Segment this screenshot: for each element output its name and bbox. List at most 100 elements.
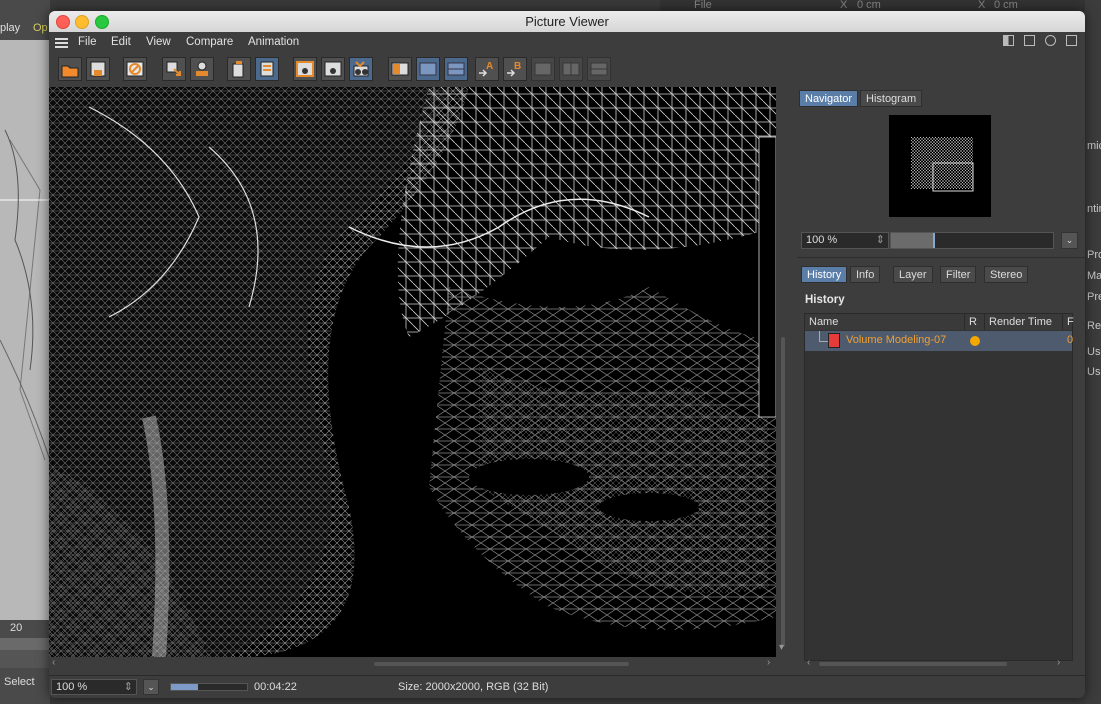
history-icon[interactable]	[255, 57, 279, 81]
render-viewport[interactable]	[49, 87, 776, 657]
status-zoom-dropdown[interactable]: ⌄	[143, 679, 159, 695]
navigator-zoom-field[interactable]: 100 % ⇕	[801, 232, 889, 249]
side-panel: Navigator Histogram 100 % ⇕ ⌄ History Inf…	[797, 87, 1085, 671]
ab-diff-icon[interactable]	[559, 57, 583, 81]
status-zoom-value: 100 %	[56, 681, 88, 693]
bg-right-label: Pre	[1087, 291, 1101, 303]
window-title: Picture Viewer	[525, 14, 609, 29]
column-f[interactable]: F	[1063, 314, 1074, 330]
scroll-down-icon[interactable]: ▾	[779, 642, 784, 653]
bg-x-value-2: 0 cm	[994, 0, 1018, 11]
menu-file[interactable]: File	[78, 36, 97, 48]
bg-option-label: Op	[33, 22, 48, 34]
column-render-time[interactable]: Render Time	[985, 314, 1063, 330]
hamburger-menu-icon[interactable]	[55, 38, 68, 48]
viewport-horizontal-scrollbar[interactable]: ‹ ›	[49, 657, 790, 671]
new-panel-icon[interactable]	[1023, 35, 1035, 46]
column-r[interactable]: R	[965, 314, 985, 330]
bg-x-value: 0 cm	[857, 0, 881, 11]
dock-icon[interactable]	[1066, 35, 1077, 46]
menu-bar: File Edit View Compare Animation	[49, 32, 1085, 54]
tab-history[interactable]: History	[801, 266, 848, 283]
region-render-icon[interactable]	[321, 57, 345, 81]
bg-x-label: X	[840, 0, 848, 11]
render-thumbnail-icon	[828, 333, 840, 348]
navigator-zoom-dropdown[interactable]: ⌄	[1061, 232, 1078, 249]
tab-filter[interactable]: Filter	[940, 266, 977, 283]
set-a-icon[interactable]: A	[475, 57, 499, 81]
scroll-right-icon[interactable]: ›	[767, 657, 770, 668]
bg-right-label: Use	[1087, 366, 1101, 378]
navigator-preview-image	[911, 137, 974, 192]
bg-right-label: ntin	[1087, 203, 1101, 215]
background-left-panel: play Op 20 Select	[0, 0, 50, 704]
window-layout-icons	[996, 35, 1077, 49]
maximize-window-button[interactable]	[95, 15, 109, 29]
status-zoom-field[interactable]: 100 % ⇕	[51, 679, 137, 695]
panel-separator	[797, 257, 1085, 258]
tab-info[interactable]: Info	[850, 266, 881, 283]
tab-stereo[interactable]: Stereo	[984, 266, 1029, 283]
bg-frame-label: 20	[10, 622, 23, 634]
history-entry-name: Volume Modeling-07	[846, 334, 947, 346]
tree-branch-icon	[819, 331, 828, 342]
ab-split-icon[interactable]	[531, 57, 555, 81]
bg-x-label-2: X	[978, 0, 986, 11]
panel-toggle-icon[interactable]	[1002, 35, 1014, 46]
render-time: 00:04:22	[254, 681, 297, 693]
render-progress-bar	[170, 683, 248, 691]
import-icon[interactable]	[162, 57, 186, 81]
bg-right-label: Ma	[1087, 270, 1101, 282]
copy-icon[interactable]	[227, 57, 251, 81]
navigator-zoom-slider[interactable]	[890, 232, 1054, 249]
scroll-right-icon[interactable]: ›	[1057, 657, 1060, 668]
tab-histogram[interactable]: Histogram	[860, 90, 923, 107]
save-icon[interactable]	[86, 57, 110, 81]
stepper-icon[interactable]: ⇕	[876, 233, 885, 248]
title-bar[interactable]: Picture Viewer	[49, 11, 1085, 32]
toolbar: A B	[49, 54, 1085, 86]
menu-edit[interactable]: Edit	[111, 36, 131, 48]
history-entry-f: 0	[1067, 334, 1074, 346]
stop-render-icon[interactable]	[123, 57, 147, 81]
bg-play-label: play	[0, 22, 21, 34]
background-viewport	[0, 40, 50, 620]
move-icon[interactable]	[1044, 35, 1056, 46]
bg-right-label: Pro	[1087, 249, 1101, 261]
viewport-vertical-scrollbar[interactable]: ▾	[776, 87, 790, 657]
ab-compare-icon[interactable]	[388, 57, 412, 81]
background-right-panel: mic ntin Pro Ma Pre Ren Use Use	[1085, 0, 1101, 704]
status-bar: 100 % ⇕ ⌄ 00:04:22 Size: 2000x2000, RGB (…	[49, 675, 1085, 698]
tab-layer[interactable]: Layer	[893, 266, 933, 283]
picture-viewer-window: Picture Viewer File Edit View Compare An…	[49, 11, 1085, 698]
region-icon[interactable]	[293, 57, 317, 81]
history-title: History	[805, 294, 845, 306]
bg-file-label: File	[694, 0, 712, 11]
minimize-window-button[interactable]	[75, 15, 89, 29]
export-icon[interactable]	[190, 57, 214, 81]
interactive-render-icon[interactable]	[349, 57, 373, 81]
set-b-icon[interactable]: B	[503, 57, 527, 81]
column-name[interactable]: Name	[805, 314, 965, 330]
open-icon[interactable]	[58, 57, 82, 81]
history-horizontal-scrollbar[interactable]: ‹ ›	[807, 657, 1063, 669]
menu-view[interactable]: View	[146, 36, 171, 48]
wireframe-render-image	[49, 87, 776, 657]
menu-compare[interactable]: Compare	[186, 36, 233, 48]
navigator-thumbnail[interactable]	[889, 115, 991, 217]
ab-swap-icon[interactable]	[416, 57, 440, 81]
scroll-left-icon[interactable]: ‹	[52, 657, 55, 668]
history-table[interactable]: Name R Render Time F Volume Modeling-07 …	[804, 313, 1074, 661]
stepper-icon[interactable]: ⇕	[124, 680, 133, 694]
close-window-button[interactable]	[56, 15, 70, 29]
image-size-info: Size: 2000x2000, RGB (32 Bit)	[398, 681, 549, 693]
scroll-left-icon[interactable]: ‹	[807, 657, 810, 668]
ab-toggle-icon[interactable]	[444, 57, 468, 81]
background-top-bar: File X 0 cm X 0 cm	[660, 0, 1101, 11]
tab-navigator[interactable]: Navigator	[799, 90, 859, 107]
menu-animation[interactable]: Animation	[248, 36, 299, 48]
ab-overlay-icon[interactable]	[587, 57, 611, 81]
navigator-zoom-value: 100 %	[806, 234, 838, 246]
table-row[interactable]: Volume Modeling-07 0	[805, 331, 1074, 351]
bg-right-label: Use	[1087, 346, 1101, 358]
